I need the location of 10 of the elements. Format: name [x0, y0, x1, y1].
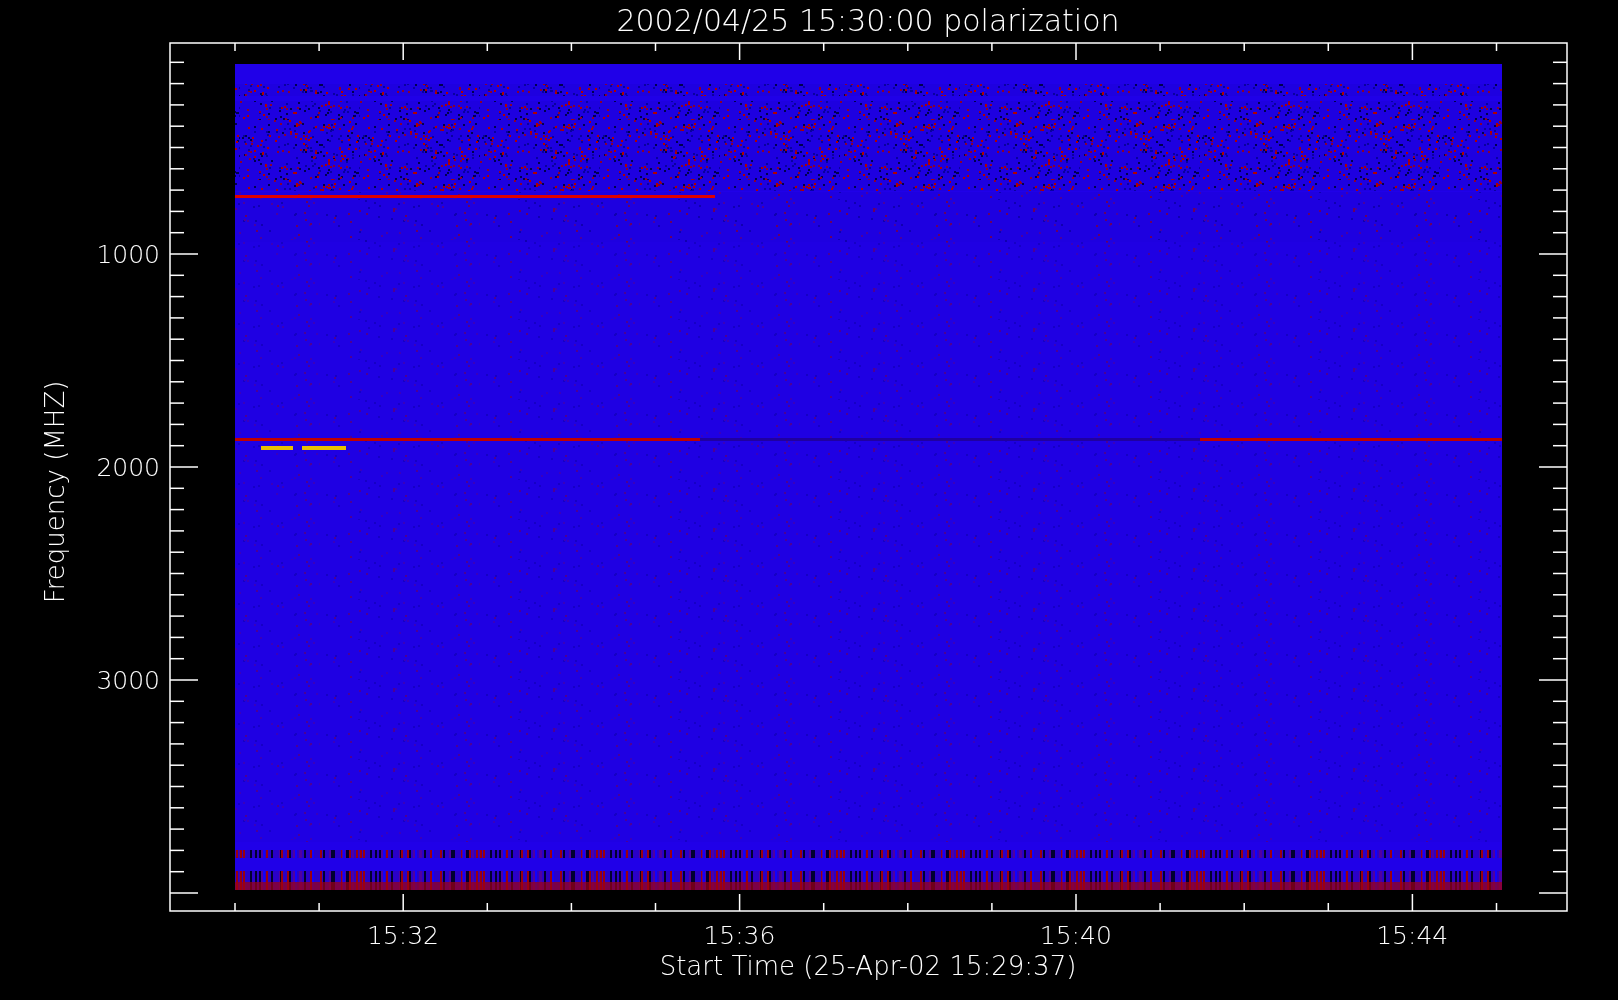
y-tick-label: 3000: [96, 666, 160, 695]
x-axis-label: Start Time (25-Apr-02 15:29:37): [659, 951, 1077, 981]
y-axis-label: Frequency (MHZ): [40, 380, 70, 604]
x-tick-label: 15:40: [1039, 921, 1112, 950]
x-tick-label: 15:32: [367, 921, 439, 950]
plot-title: 2002/04/25 15:30:00 polarization: [616, 3, 1120, 38]
y-tick-label: 2000: [96, 453, 160, 482]
x-tick-label: 15:44: [1376, 921, 1449, 950]
x-tick-label: 15:36: [703, 921, 776, 950]
y-tick-label: 1000: [96, 240, 160, 269]
